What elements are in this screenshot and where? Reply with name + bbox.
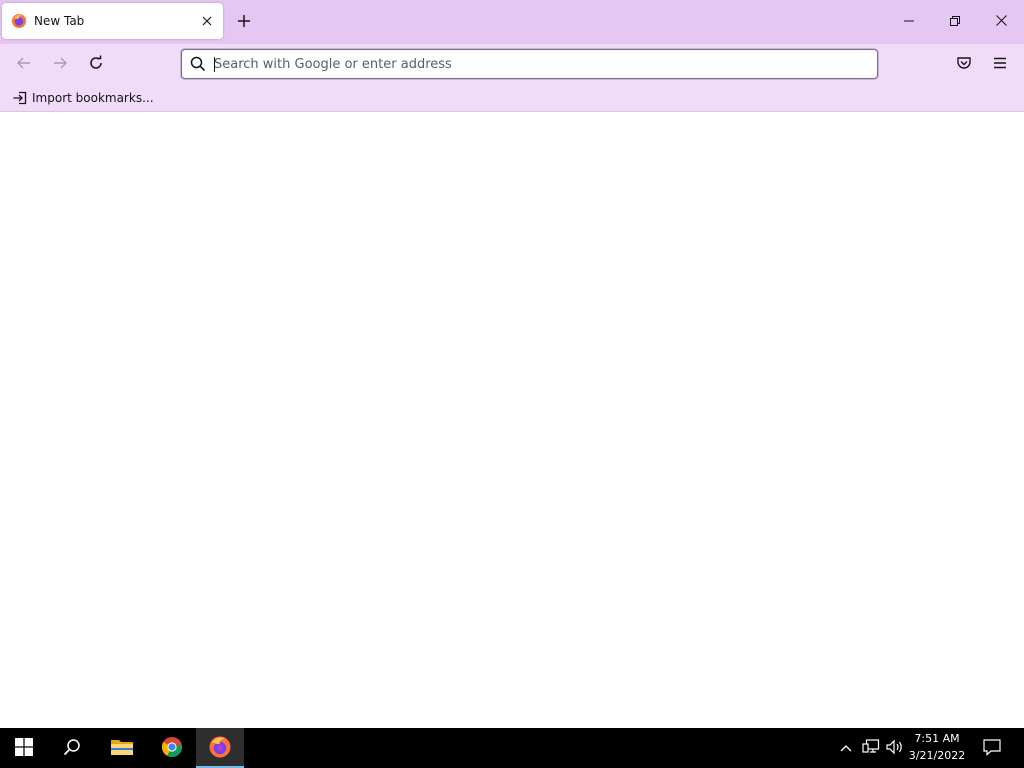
page-content [0,112,1024,728]
tab-strip: New Tab [0,0,1024,44]
import-icon [12,90,28,106]
tab-new-tab[interactable]: New Tab [2,3,223,39]
hamburger-menu-icon [992,55,1008,74]
clock-date: 3/21/2022 [908,749,966,762]
back-arrow-icon [16,55,32,74]
minimize-button[interactable] [886,0,932,44]
start-button[interactable] [0,728,48,768]
app-menu-button[interactable] [986,50,1014,78]
search-icon [63,738,81,759]
window-close-button[interactable] [978,0,1024,44]
firefox-icon [11,13,27,29]
taskbar-file-explorer[interactable] [98,728,146,768]
address-bar[interactable] [181,49,878,79]
close-icon[interactable] [197,11,217,31]
action-center-button[interactable] [978,728,1006,768]
back-button[interactable] [10,50,38,78]
forward-arrow-icon [52,55,68,74]
bookmarks-toolbar: Import bookmarks... [0,84,1024,112]
taskbar-chrome[interactable] [148,728,196,768]
navigation-toolbar [0,44,1024,84]
reload-icon [88,55,104,74]
pocket-icon [956,55,972,74]
windows-start-icon [15,737,33,759]
close-icon [995,15,1007,29]
import-bookmarks-label: Import bookmarks... [32,91,154,105]
volume-icon [886,739,904,758]
taskbar-clock[interactable]: 7:51 AM 3/21/2022 [904,730,970,766]
network-button[interactable] [860,728,882,768]
taskbar: 7:51 AM 3/21/2022 [0,728,1024,768]
address-input[interactable] [214,52,869,76]
chevron-up-icon [840,741,852,755]
file-explorer-icon [110,737,134,760]
reload-button[interactable] [82,50,110,78]
show-hidden-icons-button[interactable] [836,728,856,768]
pocket-button[interactable] [950,50,978,78]
taskbar-firefox[interactable] [196,728,244,768]
new-tab-button[interactable] [233,11,255,33]
chrome-icon [161,736,183,761]
search-icon [190,56,206,72]
tab-title: New Tab [34,14,85,28]
forward-button[interactable] [46,50,74,78]
restore-icon [950,15,960,29]
restore-button[interactable] [932,0,978,44]
plus-icon [237,14,251,31]
volume-button[interactable] [884,728,906,768]
network-icon [862,738,880,758]
firefox-icon [208,735,232,762]
taskbar-search-button[interactable] [48,728,96,768]
import-bookmarks-button[interactable]: Import bookmarks... [8,87,158,109]
text-caret [214,57,215,72]
clock-time: 7:51 AM [914,732,960,745]
minimize-icon [904,15,914,29]
notification-icon [983,738,1001,759]
